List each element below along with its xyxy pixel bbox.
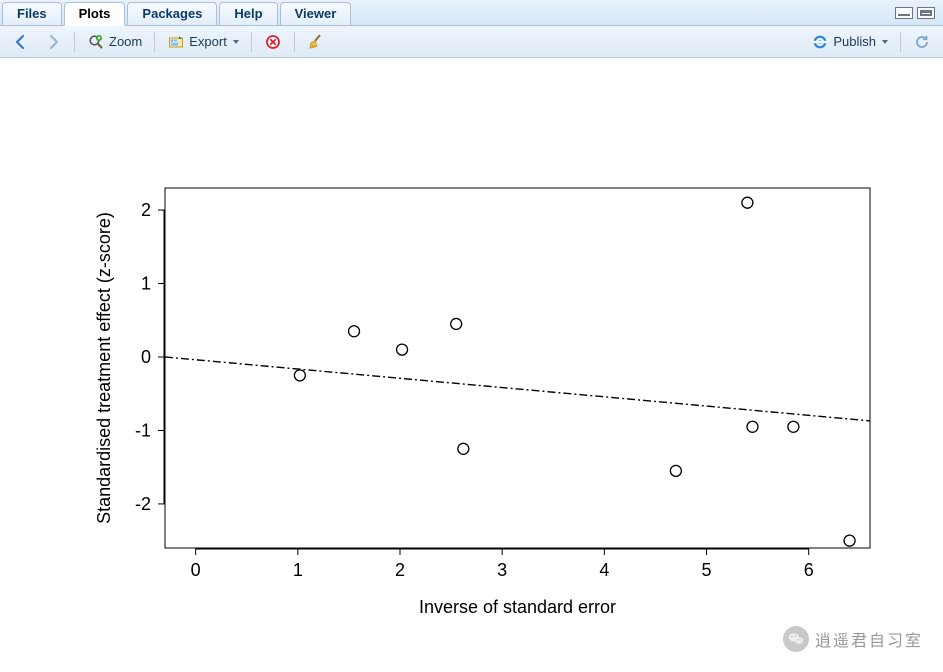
fit-line xyxy=(165,357,870,421)
minimize-pane-button[interactable] xyxy=(895,7,913,19)
publish-icon xyxy=(811,33,829,51)
maximize-pane-button[interactable] xyxy=(917,7,935,19)
x-tick-label: 4 xyxy=(599,560,609,580)
data-point xyxy=(451,318,462,329)
remove-plot-button[interactable] xyxy=(260,31,286,53)
toolbar-separator xyxy=(900,32,901,52)
data-point xyxy=(788,421,799,432)
y-tick-label: -2 xyxy=(135,494,151,514)
publish-button[interactable]: Publish xyxy=(807,31,892,53)
data-point xyxy=(458,443,469,454)
y-tick-label: 1 xyxy=(141,274,151,294)
tab-viewer[interactable]: Viewer xyxy=(280,2,352,25)
export-label: Export xyxy=(189,34,227,49)
tab-help[interactable]: Help xyxy=(219,2,277,25)
toolbar-separator xyxy=(251,32,252,52)
data-point xyxy=(844,535,855,546)
zoom-label: Zoom xyxy=(109,34,142,49)
data-point xyxy=(670,465,681,476)
toolbar-separator xyxy=(294,32,295,52)
x-tick-label: 2 xyxy=(395,560,405,580)
tab-plots[interactable]: Plots xyxy=(64,2,126,26)
toolbar-separator xyxy=(74,32,75,52)
refresh-button[interactable] xyxy=(909,31,935,53)
tab-packages[interactable]: Packages xyxy=(127,2,217,25)
next-plot-button[interactable] xyxy=(40,31,66,53)
tab-label: Plots xyxy=(79,6,111,21)
export-icon xyxy=(167,33,185,51)
zoom-icon xyxy=(87,33,105,51)
broom-icon xyxy=(307,33,325,51)
x-tick-label: 5 xyxy=(702,560,712,580)
prev-plot-button[interactable] xyxy=(8,31,34,53)
pane-tab-strip: Files Plots Packages Help Viewer xyxy=(0,0,943,26)
plot-pane: 0 1 2 3 4 5 6 Inverse of standard error -2 -1 0 1 2 S… xyxy=(0,58,943,672)
tab-label: Help xyxy=(234,6,262,21)
plot-frame xyxy=(165,188,870,548)
arrow-left-icon xyxy=(12,33,30,51)
tab-label: Packages xyxy=(142,6,202,21)
data-point xyxy=(349,326,360,337)
clear-plots-button[interactable] xyxy=(303,31,329,53)
publish-label: Publish xyxy=(833,34,876,49)
toolbar-separator xyxy=(154,32,155,52)
x-tick-label: 1 xyxy=(293,560,303,580)
data-point xyxy=(294,370,305,381)
data-point xyxy=(747,421,758,432)
x-axis-label: Inverse of standard error xyxy=(419,597,616,617)
export-button[interactable]: Export xyxy=(163,31,243,53)
data-point xyxy=(397,344,408,355)
y-axis-label: Standardised treatment effect (z-score) xyxy=(94,212,114,524)
funnel-plot: 0 1 2 3 4 5 6 Inverse of standard error -2 -1 0 1 2 S… xyxy=(0,58,943,672)
chevron-down-icon xyxy=(882,40,888,44)
x-tick-label: 3 xyxy=(497,560,507,580)
tab-label: Viewer xyxy=(295,6,337,21)
x-tick-label: 6 xyxy=(804,560,814,580)
y-tick-label: 0 xyxy=(141,347,151,367)
tab-label: Files xyxy=(17,6,47,21)
y-tick-label: 2 xyxy=(141,200,151,220)
data-point xyxy=(742,197,753,208)
delete-icon xyxy=(264,33,282,51)
x-tick-label: 0 xyxy=(191,560,201,580)
zoom-button[interactable]: Zoom xyxy=(83,31,146,53)
chevron-down-icon xyxy=(233,40,239,44)
tab-files[interactable]: Files xyxy=(2,2,62,25)
refresh-icon xyxy=(913,33,931,51)
plots-toolbar: Zoom Export xyxy=(0,26,943,58)
y-tick-label: -1 xyxy=(135,420,151,440)
arrow-right-icon xyxy=(44,33,62,51)
